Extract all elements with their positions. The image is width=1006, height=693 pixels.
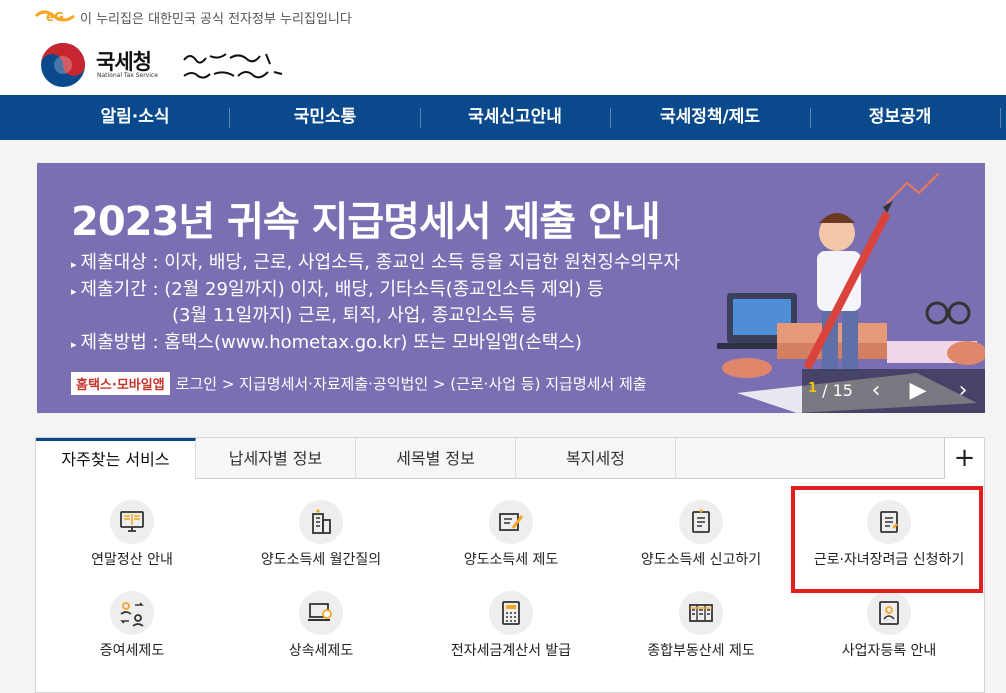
service-transfer-monthly-qa[interactable]: 양도소득세 월간질의 <box>226 500 416 580</box>
nav-item-tax-policy[interactable]: 국세정책/제도 <box>610 95 810 140</box>
id-card-icon <box>867 591 911 635</box>
banner-tag: 홈택스·모바일앱 <box>71 372 170 395</box>
document-pen-icon <box>489 500 533 544</box>
gov-notice-bar: eG 이 누리집은 대한민국 공식 전자정부 누리집입니다 <box>0 0 1006 32</box>
service-label: 종합부동산세 제도 <box>647 643 755 659</box>
banner-line: ▸ 제출대상 : 이자, 배당, 근로, 사업소득, 종교인 소득 등을 지급한 … <box>71 252 681 273</box>
banner-line: (3월 11일까지) 근로, 퇴직, 사업, 종교인소득 등 <box>172 305 537 326</box>
service-label: 연말정산 안내 <box>91 552 173 568</box>
service-e-tax-invoice[interactable]: 전자세금계산서 발급 <box>416 591 606 671</box>
banner-title: 2023년 귀속 지급명세서 제출 안내 <box>71 199 661 245</box>
banner-next-button[interactable]: › <box>941 369 985 413</box>
building-icon <box>299 500 343 544</box>
service-transfer-tax-system[interactable]: 양도소득세 제도 <box>416 500 606 580</box>
tab-tax-item-info[interactable]: 세목별 정보 <box>356 438 516 479</box>
slogan-calligraphy-icon <box>183 53 283 79</box>
service-label: 양도소득세 신고하기 <box>640 552 762 568</box>
tab-taxpayer-info[interactable]: 납세자별 정보 <box>196 438 356 479</box>
service-gift-tax[interactable]: 증여세제도 <box>37 591 227 671</box>
more-plus-button[interactable]: + <box>944 438 984 479</box>
banner-prev-button[interactable]: ‹ <box>854 369 898 413</box>
service-transfer-tax-filing[interactable]: 양도소득세 신고하기 <box>606 500 796 580</box>
banner-path: 홈택스·모바일앱 로그인 > 지급명세서·자료제출·공익법인 > (근로·사업 등… <box>71 372 647 395</box>
nav-item-tax-filing[interactable]: 국세신고안내 <box>420 95 610 140</box>
nav-item-communication[interactable]: 국민소통 <box>230 95 420 140</box>
nav-divider <box>1000 108 1001 128</box>
banner-line: ▸ 제출방법 : 홈택스(www.hometax.go.kr) 또는 모바일앱(손… <box>71 332 582 353</box>
nts-logo-icon[interactable] <box>40 42 86 88</box>
service-label: 상속세제도 <box>288 643 354 659</box>
people-exchange-icon <box>110 591 154 635</box>
logo-name-en: National Tax Service <box>97 72 158 79</box>
service-tabs: 자주찾는 서비스 납세자별 정보 세목별 정보 복지세정 + <box>36 438 984 480</box>
site-header: 국세청 National Tax Service <box>0 32 1006 95</box>
nav-item-notice[interactable]: 알림·소식 <box>40 95 230 140</box>
calculator-icon <box>489 591 533 635</box>
banner-line: ▸ 제출기간 : (2월 29일까지) 이자, 배당, 기타소득(종교인소득 제외… <box>71 279 604 300</box>
highlight-box <box>791 486 983 593</box>
banner-controls: 1 / 15 ‹ ▶ › <box>802 369 985 413</box>
main-banner[interactable]: 2023년 귀속 지급명세서 제출 안내 ▸ 제출대상 : 이자, 배당, 근로,… <box>37 163 985 413</box>
svg-text:eG: eG <box>46 10 64 24</box>
service-label: 사업자등록 안내 <box>841 643 937 659</box>
service-label: 양도소득세 월간질의 <box>260 552 382 568</box>
service-label: 전자세금계산서 발급 <box>450 643 572 659</box>
ledger-icon <box>679 591 723 635</box>
main-nav: 알림·소식 국민소통 국세신고안내 국세정책/제도 정보공개 <box>0 95 1006 140</box>
monitor-search-icon <box>299 591 343 635</box>
tab-welfare-tax[interactable]: 복지세정 <box>516 438 676 479</box>
form-list-icon <box>679 500 723 544</box>
banner-play-button[interactable]: ▶ <box>896 369 940 413</box>
gov-notice-text: 이 누리집은 대한민국 공식 전자정부 누리집입니다 <box>80 12 352 27</box>
banner-page-indicator: 1 / 15 <box>808 381 853 400</box>
service-year-end-settlement[interactable]: 연말정산 안내 <box>37 500 227 580</box>
service-label: 증여세제도 <box>99 643 165 659</box>
service-business-registration[interactable]: 사업자등록 안내 <box>794 591 984 671</box>
service-inheritance-tax[interactable]: 상속세제도 <box>226 591 416 671</box>
book-screen-icon <box>110 500 154 544</box>
nav-item-disclosure[interactable]: 정보공개 <box>805 95 995 140</box>
eg-logo-icon: eG <box>34 10 75 24</box>
tab-frequent-services[interactable]: 자주찾는 서비스 <box>36 438 196 480</box>
service-label: 양도소득세 제도 <box>463 552 559 568</box>
service-comprehensive-real-estate-tax[interactable]: 종합부동산세 제도 <box>606 591 796 671</box>
